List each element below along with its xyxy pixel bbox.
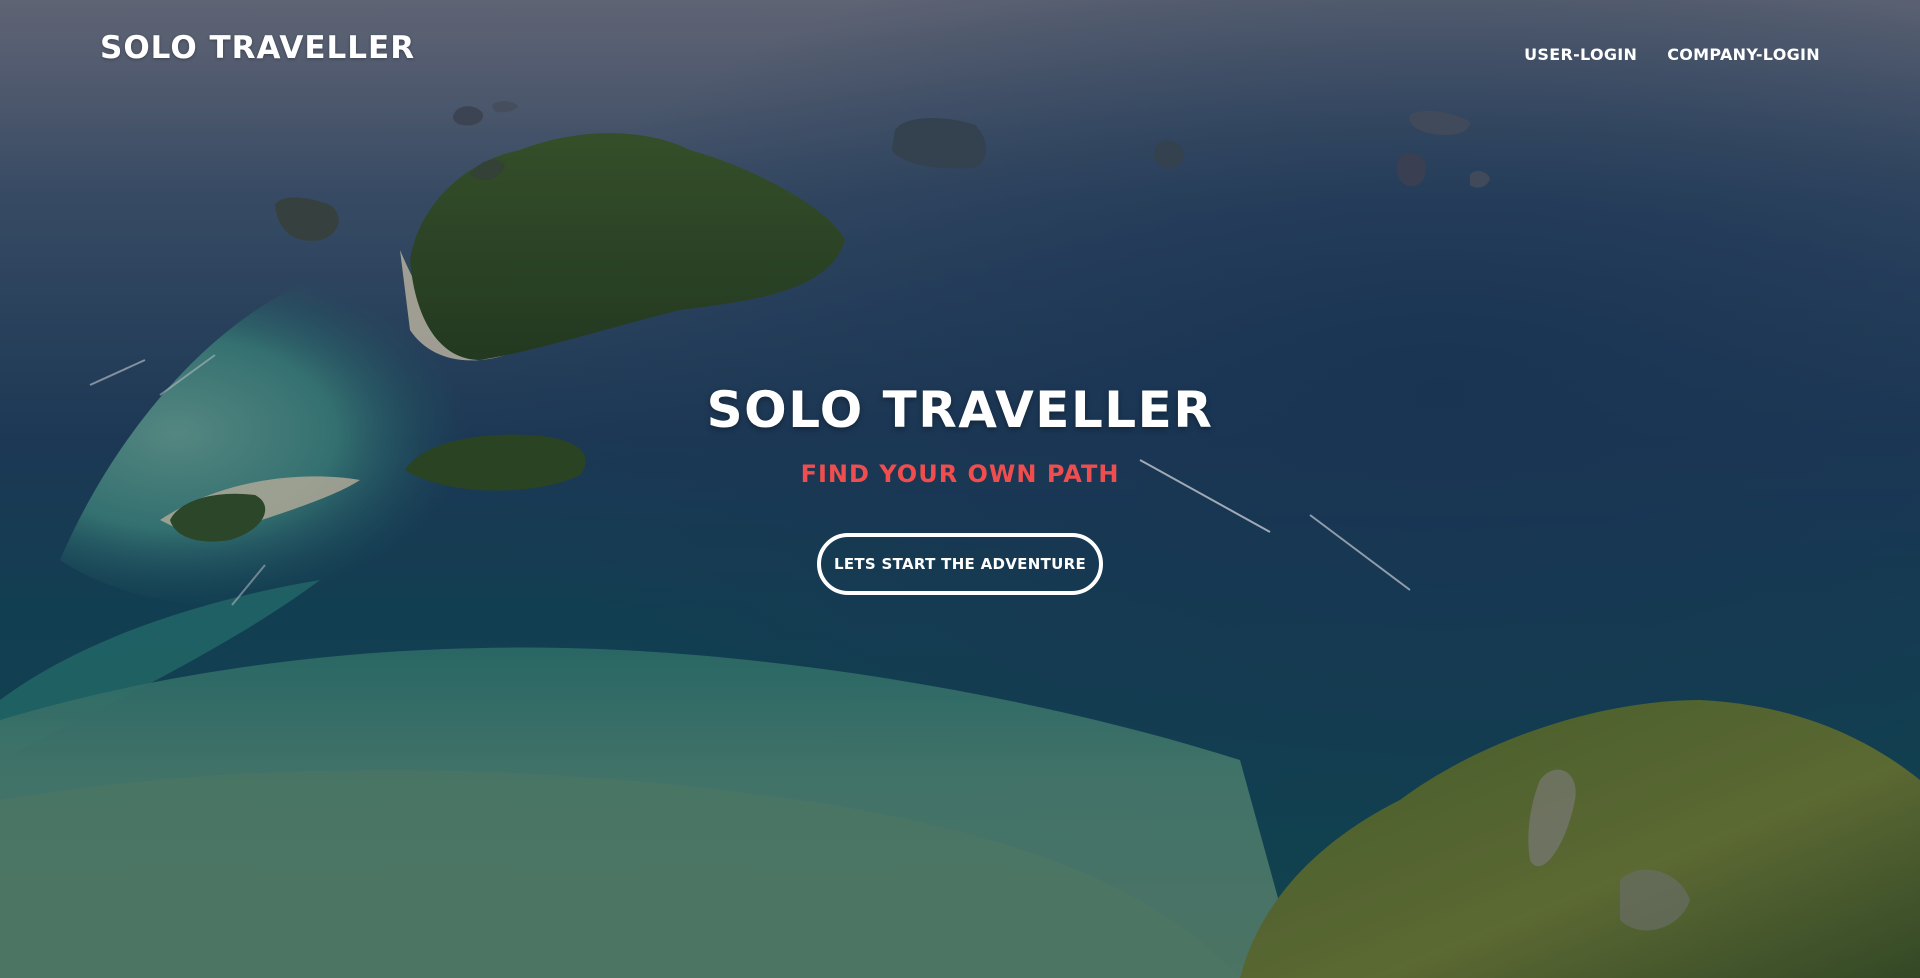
user-login-link[interactable]: USER-LOGIN <box>1524 45 1637 64</box>
hero-section: SOLO TRAVELLER FIND YOUR OWN PATH LETS S… <box>0 370 1920 595</box>
start-adventure-button[interactable]: LETS START THE ADVENTURE <box>817 533 1103 595</box>
company-login-link[interactable]: COMPANY-LOGIN <box>1667 45 1820 64</box>
brand-logo[interactable]: SOLO TRAVELLER <box>100 30 415 66</box>
top-navbar: SOLO TRAVELLER USER-LOGIN COMPANY-LOGIN <box>0 0 1920 110</box>
nav-links: USER-LOGIN COMPANY-LOGIN <box>1524 45 1820 64</box>
hero-title: SOLO TRAVELLER <box>706 381 1214 439</box>
hero-subtitle: FIND YOUR OWN PATH <box>800 460 1120 488</box>
landing-page: SOLO TRAVELLER USER-LOGIN COMPANY-LOGIN … <box>0 0 1920 978</box>
